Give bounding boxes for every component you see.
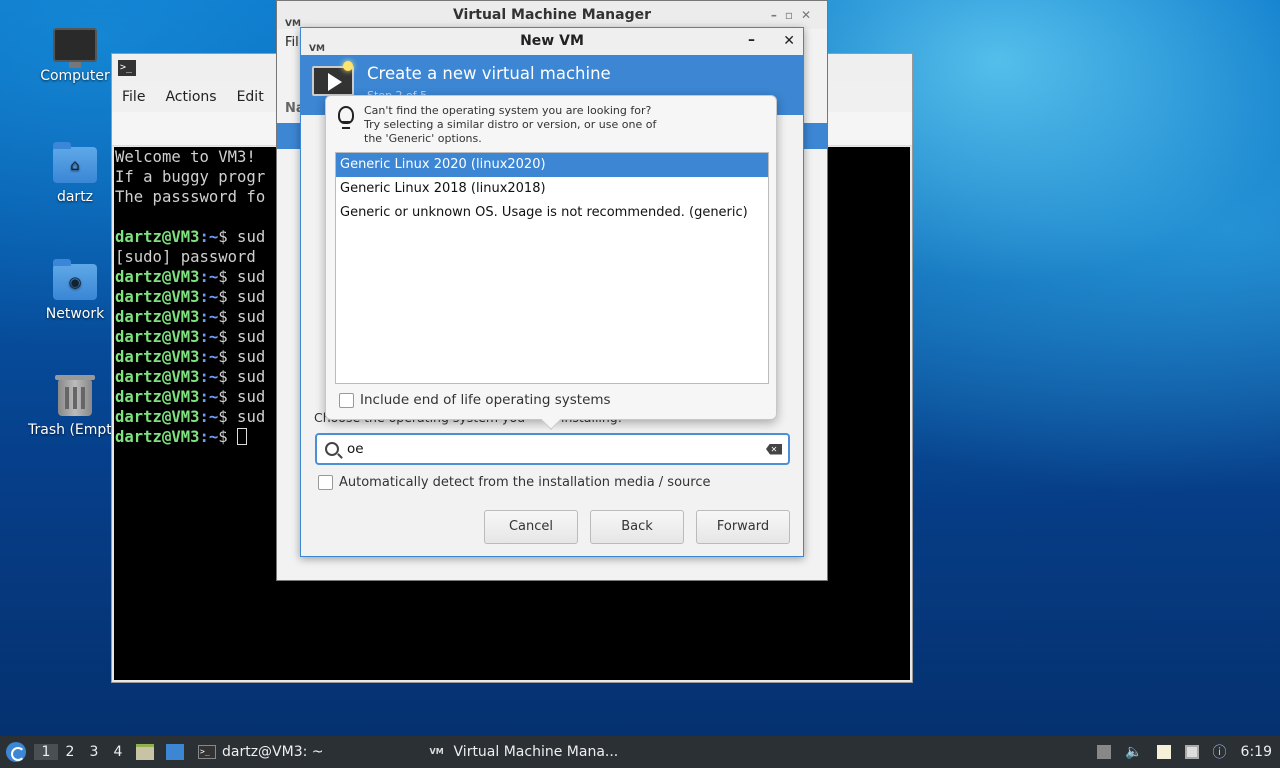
prompt-user: dartz@VM3: [115, 228, 200, 246]
prompt-path: :~: [199, 288, 219, 306]
prompt-user: dartz@VM3: [115, 408, 200, 426]
eol-label: Include end of life operating systems: [360, 392, 611, 408]
workspace-1[interactable]: 1: [34, 744, 58, 760]
lightbulb-icon: [338, 106, 354, 129]
prompt-path: :~: [199, 388, 219, 406]
close-icon[interactable]: ✕: [783, 28, 795, 55]
task-label: dartz@VM3: ~: [222, 744, 324, 760]
os-list-item[interactable]: Generic Linux 2020 (linux2020): [336, 153, 768, 177]
os-search-field[interactable]: ✕: [315, 433, 790, 465]
sparkle-icon: [343, 61, 353, 71]
prompt-command: $ sud: [218, 388, 266, 406]
workspace-2[interactable]: 2: [58, 744, 82, 760]
prompt-user: dartz@VM3: [115, 368, 200, 386]
minimize-icon[interactable]: –: [748, 27, 755, 54]
wizard-title: Create a new virtual machine: [367, 64, 611, 83]
vmm-logo-icon: VM: [285, 19, 301, 29]
prompt-user: dartz@VM3: [115, 328, 200, 346]
home-folder-icon: ⌂: [53, 142, 97, 183]
terminal-icon: >_: [198, 745, 216, 759]
show-desktop-icon[interactable]: [166, 744, 184, 760]
clipboard-icon[interactable]: [1156, 745, 1171, 759]
task-vmm[interactable]: VM Virtual Machine Mana...: [422, 736, 627, 768]
forward-button[interactable]: Forward: [696, 510, 790, 544]
notification-icon[interactable]: ⓘ: [1213, 742, 1227, 762]
os-list[interactable]: Generic Linux 2020 (linux2020) Generic L…: [335, 152, 769, 384]
desktop-icon-network[interactable]: ◉ Network: [27, 258, 123, 322]
volume-icon[interactable]: 🔈: [1125, 744, 1142, 760]
hint-line: Can't find the operating system you are …: [364, 104, 652, 117]
system-tray: 🔈 ⓘ 6:19: [1090, 736, 1280, 768]
task-terminal[interactable]: >_ dartz@VM3: ~: [190, 736, 332, 768]
terminal-cursor: [237, 428, 248, 445]
prompt-user: dartz@VM3: [115, 388, 200, 406]
search-icon: [325, 442, 339, 456]
desktop-icon-home[interactable]: ⌂ dartz: [27, 141, 123, 205]
os-popover[interactable]: Can't find the operating system you are …: [325, 95, 777, 430]
prompt-user: dartz@VM3: [115, 428, 200, 446]
terminal-menu-edit[interactable]: Edit: [227, 89, 274, 105]
prompt-user: dartz@VM3: [115, 288, 200, 306]
prompt-path: :~: [199, 268, 219, 286]
terminal-icon: >_: [118, 60, 136, 76]
network-icon[interactable]: [1184, 745, 1199, 759]
trash-icon: [55, 375, 95, 416]
prompt-command: $ sud: [218, 308, 266, 326]
prompt-path: :~: [199, 408, 219, 426]
prompt-command: $ sud: [218, 288, 266, 306]
back-button[interactable]: Back: [590, 510, 684, 544]
eol-checkbox[interactable]: [339, 392, 354, 408]
prompt-path: :~: [199, 228, 219, 246]
vmm-titlebar[interactable]: VM Virtual Machine Manager –▫✕: [277, 1, 827, 29]
terminal-menu-file[interactable]: File: [112, 89, 155, 105]
prompt-path: :~: [199, 348, 219, 366]
prompt-command: $ sud: [218, 328, 266, 346]
desktop-icon-label: Computer: [40, 68, 110, 84]
prompt-user: dartz@VM3: [115, 308, 200, 326]
eol-row[interactable]: Include end of life operating systems: [339, 392, 611, 408]
auto-detect-row[interactable]: Automatically detect from the installati…: [318, 475, 710, 490]
file-manager-icon[interactable]: [136, 744, 154, 760]
task-label: Virtual Machine Mana...: [453, 744, 619, 760]
computer-icon: [53, 28, 97, 68]
vmm-icon: VM: [429, 747, 444, 756]
vmm-title: Virtual Machine Manager: [452, 7, 652, 23]
desktop-icon-label: dartz: [56, 189, 94, 205]
desktop-icon-computer[interactable]: Computer: [27, 24, 123, 84]
prompt-command: $ sud: [218, 368, 266, 386]
prompt-path: :~: [199, 308, 219, 326]
start-menu-icon[interactable]: [6, 742, 26, 762]
prompt-command: $ sud: [218, 228, 266, 246]
new-vm-titlebar[interactable]: VM New VM – ✕: [301, 28, 803, 55]
terminal-menu-actions[interactable]: Actions: [155, 89, 226, 105]
prompt-command: $ sud: [218, 348, 266, 366]
prompt-command: $ sud: [218, 268, 266, 286]
workspace-3[interactable]: 3: [82, 744, 106, 760]
os-list-item[interactable]: Generic or unknown OS. Usage is not reco…: [336, 201, 768, 225]
prompt-path: :~: [199, 328, 219, 346]
prompt-command: $: [218, 428, 238, 446]
cancel-button[interactable]: Cancel: [484, 510, 578, 544]
prompt-path: :~: [199, 368, 219, 386]
hint-line: the 'Generic' options.: [364, 132, 482, 145]
auto-detect-label: Automatically detect from the installati…: [339, 475, 711, 490]
hint-line: Try selecting a similar distro or versio…: [364, 118, 657, 131]
auto-detect-checkbox[interactable]: [318, 475, 333, 490]
workspace-4[interactable]: 4: [106, 744, 130, 760]
clear-icon[interactable]: ✕: [766, 443, 782, 455]
network-folder-icon: ◉: [53, 259, 97, 300]
update-icon[interactable]: [1097, 745, 1112, 759]
os-list-item[interactable]: Generic Linux 2018 (linux2018): [336, 177, 768, 201]
prompt-user: dartz@VM3: [115, 268, 200, 286]
clock[interactable]: 6:19: [1241, 744, 1272, 760]
os-search-input[interactable]: [347, 441, 766, 457]
dialog-title: New VM: [520, 33, 584, 49]
window-controls[interactable]: –▫✕: [771, 1, 819, 29]
prompt-path: :~: [199, 428, 219, 446]
prompt-command: $ sud: [218, 408, 266, 426]
os-hint: Can't find the operating system you are …: [338, 104, 656, 146]
prompt-user: dartz@VM3: [115, 348, 200, 366]
taskbar: 1 2 3 4 >_ dartz@VM3: ~ VM Virtual Machi…: [0, 736, 1280, 768]
desktop-icon-label: Network: [45, 306, 105, 322]
